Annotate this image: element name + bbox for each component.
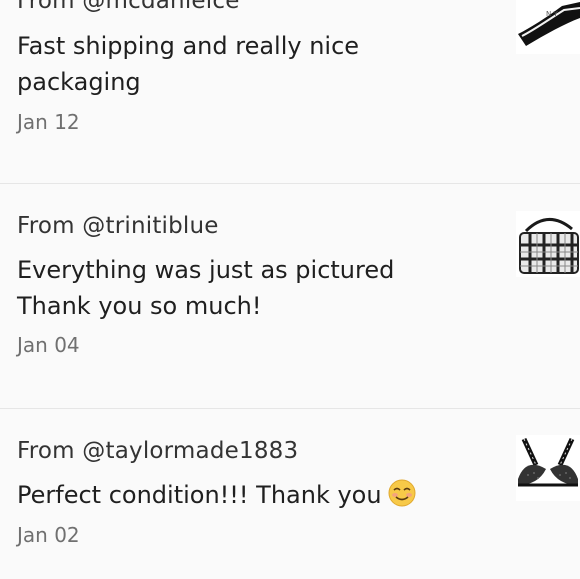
review-item-thumbnail[interactable]	[516, 211, 580, 277]
review-message-line-1: Everything was just as pictured	[17, 256, 395, 284]
svg-text:N Y: N Y	[546, 10, 558, 18]
reviews-feed: From @mcdanielce Fast shipping and reall…	[0, 0, 580, 579]
review-author[interactable]: From @mcdanielce	[17, 0, 240, 14]
black-bra-thumbnail-icon	[516, 435, 580, 501]
smiling-face-emoji-icon	[388, 479, 416, 507]
review-date: Jan 02	[17, 523, 80, 547]
review-item-thumbnail[interactable]: N Y	[516, 0, 580, 54]
review-author[interactable]: From @trinitiblue	[17, 213, 219, 239]
sweater-item-thumbnail-icon: N Y	[516, 0, 580, 54]
review-item: From @mcdanielce Fast shipping and reall…	[0, 0, 580, 184]
plaid-handbag-thumbnail-icon	[516, 211, 580, 277]
review-item-thumbnail[interactable]	[516, 435, 580, 501]
review-message: Perfect condition!!! Thank you	[17, 477, 487, 513]
review-item: From @trinitiblue Everything was just as…	[0, 184, 580, 408]
review-message-text: Perfect condition!!! Thank you	[17, 481, 382, 509]
review-item: From @taylormade1883 Perfect condition!!…	[0, 409, 580, 579]
review-date: Jan 04	[17, 333, 80, 357]
review-date: Jan 12	[17, 110, 80, 134]
review-message-line-2: Thank you so much!	[17, 292, 262, 320]
review-author[interactable]: From @taylormade1883	[17, 438, 298, 464]
review-message: Fast shipping and really nice packaging	[17, 32, 360, 96]
